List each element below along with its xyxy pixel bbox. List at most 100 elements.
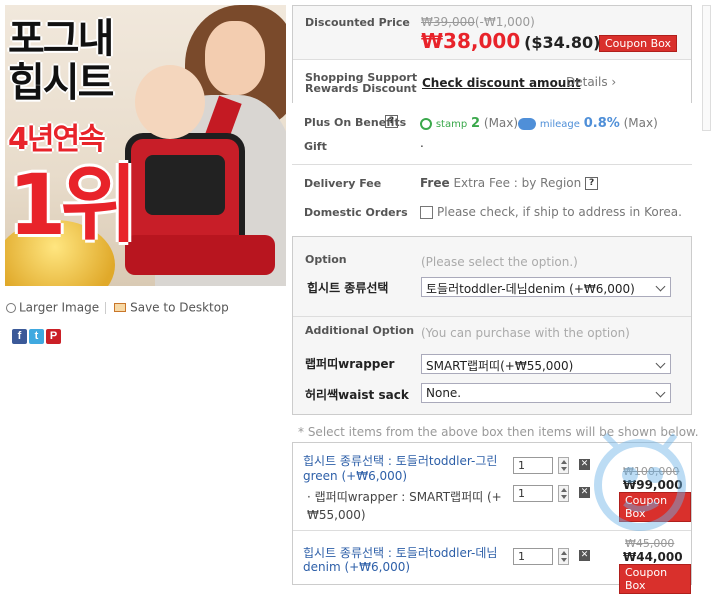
current-price: ₩38,000 bbox=[421, 29, 521, 53]
item-price: ₩99,000 bbox=[623, 478, 683, 492]
gift-value: . bbox=[420, 136, 424, 150]
pinterest-icon[interactable]: P bbox=[46, 329, 61, 344]
usd-price: ($34.80) bbox=[524, 33, 601, 52]
monitor-icon bbox=[114, 303, 127, 312]
mileage-max: (Max) bbox=[623, 116, 658, 130]
domestic-orders-label: Domestic Orders bbox=[304, 206, 408, 219]
item-name[interactable]: 힙시트 종류선택 : 토들러toddler-데님 denim (+₩6,000) bbox=[303, 546, 497, 574]
stamp-icon bbox=[420, 117, 432, 130]
save-to-desktop-link[interactable]: Save to Desktop bbox=[130, 301, 229, 315]
option-hint: (Please select the option.) bbox=[421, 255, 578, 269]
image-title-rank: 1위 bbox=[8, 156, 138, 254]
delivery-fee-label: Delivery Fee bbox=[304, 177, 382, 190]
original-price: ₩39,000 bbox=[421, 15, 475, 29]
divider bbox=[292, 164, 692, 165]
item-name-line2: denim (+₩6,000) bbox=[303, 560, 411, 574]
coupon-box-button[interactable]: Coupon Box bbox=[599, 35, 678, 52]
remove-item-button[interactable]: ✕ bbox=[579, 459, 590, 470]
divider bbox=[105, 301, 107, 314]
additional-option-hint: (You can purchase with the option) bbox=[421, 326, 630, 340]
item-name-line2: green (+₩6,000) bbox=[303, 469, 408, 483]
quantity-input[interactable]: 1 bbox=[513, 457, 553, 474]
benefits-help-icon[interactable]: ? bbox=[385, 115, 398, 128]
twitter-icon[interactable]: t bbox=[29, 329, 44, 344]
waist-sack-value: None. bbox=[426, 386, 462, 400]
hipseat-type-select[interactable]: 토들러toddler-데님denim (+₩6,000) bbox=[421, 277, 671, 297]
price-box: Discounted Price ₩39,000(-₩1,000) ₩38,00… bbox=[292, 5, 692, 103]
chevron-down-icon bbox=[655, 387, 666, 398]
sub-option-line1: · 랩퍼띠wrapper : SMART랩퍼띠 (+ bbox=[307, 490, 502, 504]
mileage-label: mileage bbox=[539, 119, 580, 130]
model-face bbox=[205, 21, 265, 95]
additional-option-label: Additional Option bbox=[305, 324, 415, 337]
coupon-box-button[interactable]: Coupon Box bbox=[619, 492, 691, 522]
mileage-value: 0.8% bbox=[583, 116, 620, 131]
image-title-product: 힙시트 bbox=[8, 60, 114, 106]
hipseat-type-value: 토들러toddler-데님denim (+₩6,000) bbox=[426, 282, 635, 296]
details-link[interactable]: Details › bbox=[566, 75, 616, 89]
item-name-line1: 힙시트 종류선택 : 토들러toddler-데님 bbox=[303, 546, 498, 560]
remove-item-button[interactable]: ✕ bbox=[579, 550, 590, 561]
waist-sack-label: 허리쌕waist sack bbox=[305, 388, 409, 402]
delivery-fee-value: Free Extra Fee : by Region ? bbox=[420, 176, 599, 190]
domestic-orders-row: Please check, if ship to address in Kore… bbox=[420, 205, 682, 219]
coupon-box-button[interactable]: Coupon Box bbox=[619, 564, 691, 594]
divider bbox=[293, 59, 691, 60]
facebook-icon[interactable]: f bbox=[12, 329, 27, 344]
wrapper-select[interactable]: SMART랩퍼띠(+₩55,000) bbox=[421, 354, 671, 374]
waist-sack-select[interactable]: None. bbox=[421, 383, 671, 403]
discount-amount: (-₩1,000) bbox=[474, 15, 535, 29]
gift-label: Gift bbox=[304, 140, 327, 153]
stamp-benefit: stamp 2 (Max) bbox=[420, 116, 518, 131]
selection-notice: * Select items from the above box then i… bbox=[298, 425, 699, 439]
quantity-input[interactable]: 1 bbox=[513, 548, 553, 565]
stamp-label: stamp bbox=[435, 119, 468, 130]
waist-belt bbox=[125, 235, 275, 275]
divider bbox=[293, 316, 691, 317]
domestic-text: Please check, if ship to address in Kore… bbox=[437, 205, 682, 219]
discounted-price-label: Discounted Price bbox=[305, 16, 410, 29]
image-links: Larger Image Save to Desktop bbox=[6, 300, 229, 315]
sub-option-line2: ₩55,000) bbox=[307, 508, 366, 522]
image-title-years: 4년연속 bbox=[8, 122, 106, 157]
item-original-price: ₩100,000 bbox=[623, 465, 680, 478]
hipseat-type-label: 힙시트 종류선택 bbox=[307, 281, 389, 295]
magnifier-icon bbox=[6, 302, 16, 313]
larger-image-link[interactable]: Larger Image bbox=[19, 301, 99, 315]
item-price: ₩44,000 bbox=[623, 550, 683, 564]
quantity-stepper[interactable] bbox=[558, 548, 569, 565]
remove-suboption-button[interactable]: ✕ bbox=[579, 487, 590, 498]
option-box: Option (Please select the option.) 힙시트 종… bbox=[292, 236, 692, 415]
stamp-value: 2 bbox=[471, 116, 481, 131]
item-name[interactable]: 힙시트 종류선택 : 토들러toddler-그린 green (+₩6,000) bbox=[303, 454, 497, 484]
selected-items: 힙시트 종류선택 : 토들러toddler-그린 green (+₩6,000)… bbox=[292, 442, 692, 594]
item-name-line1: 힙시트 종류선택 : 토들러toddler-그린 bbox=[303, 454, 498, 468]
carrier-pad bbox=[145, 155, 225, 215]
stamp-max: (Max) bbox=[483, 116, 519, 130]
wrapper-value: SMART랩퍼띠(+₩55,000) bbox=[426, 359, 574, 373]
social-share: ftP bbox=[12, 328, 63, 344]
option-label: Option bbox=[305, 253, 347, 266]
quantity-input[interactable]: 1 bbox=[513, 485, 553, 502]
chevron-down-icon bbox=[655, 358, 666, 369]
chevron-down-icon bbox=[655, 281, 666, 292]
quantity-stepper[interactable] bbox=[558, 457, 569, 474]
domestic-checkbox[interactable] bbox=[420, 206, 433, 219]
delivery-help-icon[interactable]: ? bbox=[585, 177, 599, 190]
rewards-label: Shopping Support Rewards Discount bbox=[305, 72, 417, 94]
check-discount-link[interactable]: Check discount amount bbox=[422, 76, 581, 90]
image-title-brand: 포그내 bbox=[8, 16, 114, 62]
mileage-benefit: mileage 0.8% (Max) bbox=[518, 116, 658, 131]
divider bbox=[293, 530, 691, 531]
product-image[interactable]: 포그내 힙시트 4년연속 1위 bbox=[5, 5, 286, 286]
rewards-label-line2: Rewards Discount bbox=[305, 82, 417, 95]
mileage-icon bbox=[518, 117, 536, 130]
sub-option: · 랩퍼띠wrapper : SMART랩퍼띠 (+ ₩55,000) bbox=[307, 488, 502, 524]
extra-fee-text: Extra Fee : by Region bbox=[453, 176, 582, 190]
scrollbar[interactable] bbox=[702, 5, 711, 131]
quantity-stepper[interactable] bbox=[558, 485, 569, 502]
price-original-line: ₩39,000(-₩1,000) bbox=[421, 15, 535, 29]
delivery-free: Free bbox=[420, 176, 450, 190]
baby-head bbox=[135, 65, 205, 139]
wrapper-label: 랩퍼띠wrapper bbox=[305, 357, 395, 371]
